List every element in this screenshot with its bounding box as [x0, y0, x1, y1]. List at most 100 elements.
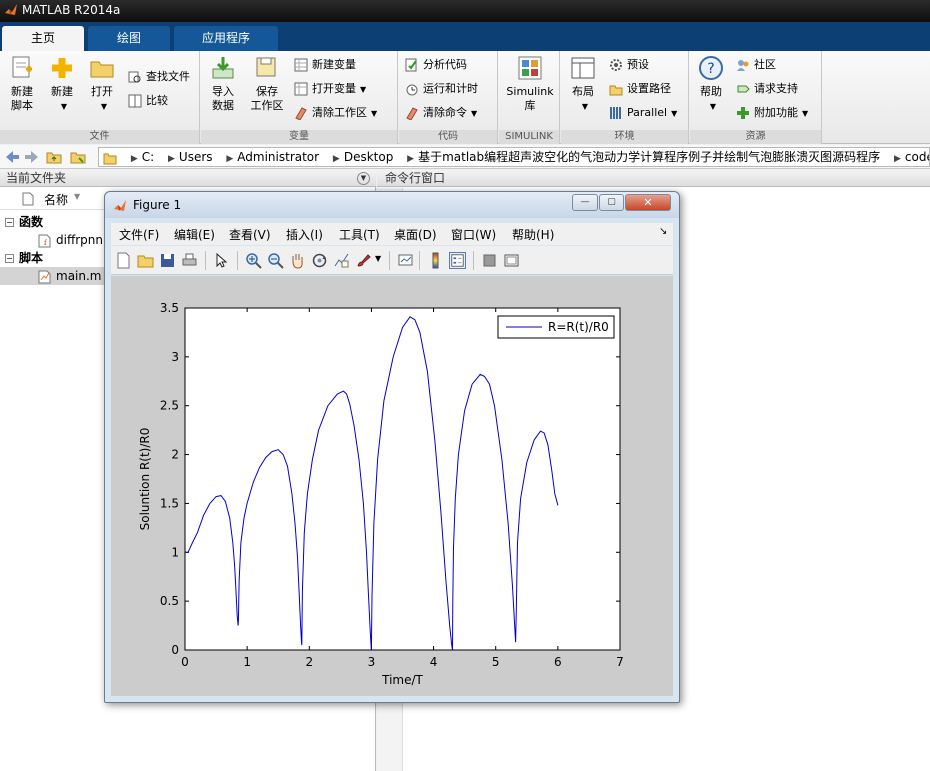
brush-dropdown-icon[interactable]: ▼ [375, 254, 381, 263]
menu-help[interactable]: 帮助(H) [512, 226, 554, 243]
add-ons-icon [737, 107, 749, 119]
analyze-code-button[interactable]: 分析代码 [405, 55, 467, 75]
dropdown-arrow-icon: ▼ [709, 102, 717, 111]
parallel-button[interactable]: Parallel ▼ [609, 103, 677, 123]
menu-desktop[interactable]: 桌面(D) [394, 226, 437, 243]
new-variable-icon [294, 58, 308, 72]
add-ons-label: 附加功能 [754, 106, 798, 119]
simulink-library-label: Simulink 库 [506, 85, 554, 112]
open-variable-button[interactable]: 打开变量 ▼ [294, 79, 366, 99]
zoom-in-icon[interactable] [245, 252, 262, 269]
breadcrumb-separator-icon: ▶ [226, 154, 234, 164]
x-tick-label: 0 [181, 655, 189, 669]
dropdown-arrow-icon: ▼ [471, 109, 478, 118]
link-plot-icon[interactable] [397, 252, 414, 269]
brush-icon[interactable] [355, 252, 372, 269]
browse-folder-icon[interactable] [70, 149, 86, 165]
community-button[interactable]: 社区 [736, 55, 776, 75]
help-button[interactable]: ? 帮助 ▼ [692, 55, 730, 114]
breadcrumb-item[interactable]: Users [179, 150, 213, 164]
group-variable: 导入 数据 保存 工作区 新建变量 打开变量 ▼ 清除工作区 ▼ 变量 [201, 51, 398, 144]
request-support-button[interactable]: 请求支持 [736, 79, 798, 99]
breadcrumb-item[interactable]: 基于matlab编程超声波空化的气泡动力学计算程序例子并绘制气泡膨胀溃灭图源码程… [418, 150, 880, 164]
new-script-button[interactable]: 新建 脚本 [3, 55, 41, 113]
layout-button[interactable]: 布局 ▼ [564, 55, 602, 114]
breadcrumb-separator-icon: ▶ [893, 154, 901, 164]
show-plot-tools-icon[interactable] [503, 252, 520, 269]
set-path-button[interactable]: 设置路径 [609, 79, 671, 99]
menu-view[interactable]: 查看(V) [229, 226, 271, 243]
minimize-button[interactable]: — [572, 194, 598, 211]
pointer-icon[interactable] [213, 252, 230, 269]
open-folder-icon [90, 61, 114, 78]
plot-area[interactable]: 0 1 2 3 4 5 6 7 0 0.5 1 1.5 2 2.5 3 3.5 Time/T Soluntio… [111, 276, 673, 696]
clear-workspace-button[interactable]: 清除工作区 ▼ [294, 103, 377, 123]
parallel-icon [610, 107, 621, 119]
dock-arrow-icon[interactable]: ↘ [659, 226, 667, 237]
toolbar-separator [419, 251, 420, 270]
close-button[interactable]: ✕ [625, 194, 671, 211]
breadcrumb[interactable]: ▶ C: ▶ Users ▶ Administrator ▶ Desktop ▶ 基于ma… [98, 147, 930, 167]
y-tick-label: 0 [171, 643, 179, 657]
toolbar-separator [205, 251, 206, 270]
save-workspace-button[interactable]: 保存 工作区 [246, 55, 288, 113]
y-tick-label: 2.5 [160, 399, 179, 413]
breadcrumb-separator-icon: ▶ [407, 154, 415, 164]
list-item[interactable]: f diffrpnn [38, 231, 103, 249]
collapse-icon[interactable]: − [5, 218, 14, 227]
breadcrumb-item[interactable]: Administrator [237, 150, 319, 164]
clear-commands-button[interactable]: 清除命令 ▼ [405, 103, 477, 123]
import-data-button[interactable]: 导入 数据 [204, 55, 242, 113]
legend-icon[interactable] [449, 252, 466, 269]
menu-insert[interactable]: 插入(I) [286, 226, 323, 243]
legend[interactable]: R=R(t)/R0 [497, 315, 615, 339]
up-folder-icon[interactable] [46, 149, 62, 165]
name-column-header[interactable]: 名称 [44, 191, 68, 208]
file-name: main.m [56, 269, 102, 283]
analyze-code-label: 分析代码 [423, 58, 467, 71]
new-variable-button[interactable]: 新建变量 [294, 55, 356, 75]
collapse-icon[interactable]: − [5, 254, 14, 263]
pan-hand-icon[interactable] [289, 252, 306, 269]
breadcrumb-item[interactable]: code [905, 150, 929, 164]
community-icon [737, 60, 749, 71]
menu-window[interactable]: 窗口(W) [451, 226, 496, 243]
simulink-library-button[interactable]: Simulink 库 [503, 55, 557, 113]
colorbar-icon[interactable] [427, 252, 444, 269]
preferences-button[interactable]: 预设 [609, 55, 649, 75]
zoom-out-icon[interactable] [267, 252, 284, 269]
back-arrow-icon[interactable] [4, 149, 20, 165]
new-figure-icon[interactable] [115, 252, 132, 269]
menu-file[interactable]: 文件(F) [119, 226, 159, 243]
tab-apps[interactable]: 应用程序 [174, 26, 278, 51]
ribbon-tabs: 主页 绘图 应用程序 [0, 22, 930, 51]
y-tick-label: 3.5 [160, 301, 179, 315]
maximize-button[interactable]: ▢ [599, 194, 624, 211]
data-cursor-icon[interactable] [333, 252, 350, 269]
group-variable-label: 变量 [201, 130, 397, 144]
x-tick-label: 5 [492, 655, 500, 669]
open-file-icon[interactable] [137, 252, 154, 269]
menu-edit[interactable]: 编辑(E) [174, 226, 215, 243]
forward-arrow-icon[interactable] [24, 149, 40, 165]
rotate-3d-icon[interactable] [311, 252, 328, 269]
add-ons-button[interactable]: 附加功能 ▼ [736, 103, 808, 123]
menu-tools[interactable]: 工具(T) [339, 226, 380, 243]
open-button[interactable]: 打开 ▼ [83, 55, 121, 114]
print-icon[interactable] [181, 252, 198, 269]
tab-plots[interactable]: 绘图 [88, 26, 170, 51]
breadcrumb-item[interactable]: Desktop [344, 150, 394, 164]
run-and-time-button[interactable]: 运行和计时 [405, 79, 478, 99]
save-icon[interactable] [159, 252, 176, 269]
compare-button[interactable]: 比较 [128, 91, 168, 111]
tab-home[interactable]: 主页 [2, 26, 84, 51]
panel-menu-icon[interactable]: ▼ [357, 172, 370, 185]
new-button[interactable]: 新建 ▼ [43, 55, 81, 114]
find-files-button[interactable]: 查找文件 [128, 67, 190, 87]
breadcrumb-item[interactable]: C: [142, 150, 154, 164]
group-code: 分析代码 运行和计时 清除命令 ▼ 代码 [399, 51, 498, 144]
layout-label: 布局 [572, 85, 594, 98]
figure-title-bar[interactable]: Figure 1 — ▢ ✕ [105, 192, 679, 218]
sort-arrow-icon[interactable]: ▼ [74, 192, 80, 201]
hide-plot-tools-icon[interactable] [481, 252, 498, 269]
